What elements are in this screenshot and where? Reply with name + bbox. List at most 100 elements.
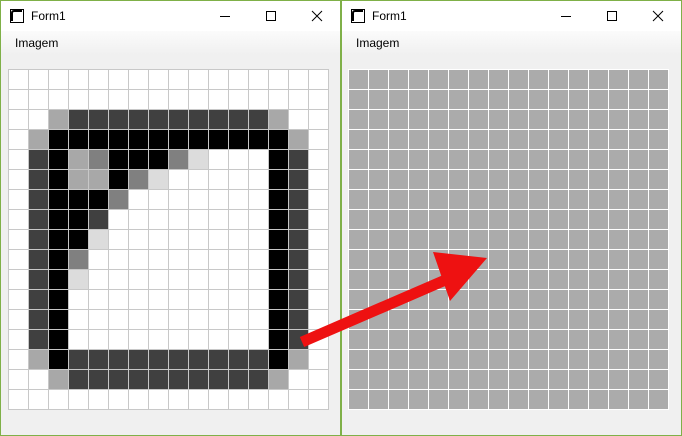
pixel-cell[interactable] [89,110,108,129]
pixel-cell[interactable] [229,350,248,369]
pixel-cell[interactable] [369,330,388,349]
pixel-cell[interactable] [89,230,108,249]
pixel-cell[interactable] [509,190,528,209]
pixel-cell[interactable] [529,270,548,289]
pixel-cell[interactable] [389,190,408,209]
pixel-cell[interactable] [489,150,508,169]
pixel-cell[interactable] [509,330,528,349]
pixel-cell[interactable] [469,230,488,249]
pixel-cell[interactable] [229,330,248,349]
pixel-cell[interactable] [629,110,648,129]
pixel-cell[interactable] [609,150,628,169]
pixel-cell[interactable] [629,210,648,229]
pixel-cell[interactable] [589,290,608,309]
pixel-cell[interactable] [489,390,508,409]
pixel-cell[interactable] [209,110,228,129]
pixel-cell[interactable] [609,310,628,329]
pixel-cell[interactable] [649,330,668,349]
pixel-cell[interactable] [89,130,108,149]
pixel-cell[interactable] [609,90,628,109]
pixel-cell[interactable] [89,330,108,349]
pixel-cell[interactable] [369,350,388,369]
pixel-cell[interactable] [189,110,208,129]
pixel-cell[interactable] [629,330,648,349]
pixel-cell[interactable] [609,290,628,309]
pixel-cell[interactable] [249,190,268,209]
pixel-cell[interactable] [249,210,268,229]
pixel-cell[interactable] [9,250,28,269]
pixel-cell[interactable] [549,310,568,329]
pixel-cell[interactable] [9,330,28,349]
pixel-cell[interactable] [349,70,368,89]
pixel-cell[interactable] [469,130,488,149]
pixel-cell[interactable] [409,190,428,209]
pixel-cell[interactable] [129,250,148,269]
pixel-cell[interactable] [289,70,308,89]
pixel-cell[interactable] [609,370,628,389]
pixel-cell[interactable] [449,250,468,269]
pixel-cell[interactable] [589,70,608,89]
pixel-cell[interactable] [489,130,508,149]
pixel-cell[interactable] [429,270,448,289]
pixel-cell[interactable] [489,310,508,329]
pixel-cell[interactable] [649,190,668,209]
pixel-cell[interactable] [549,130,568,149]
pixel-cell[interactable] [449,390,468,409]
pixel-cell[interactable] [409,310,428,329]
pixel-cell[interactable] [29,270,48,289]
pixel-cell[interactable] [169,350,188,369]
pixel-cell[interactable] [369,390,388,409]
pixel-cell[interactable] [289,210,308,229]
pixel-cell[interactable] [549,390,568,409]
pixel-cell[interactable] [89,270,108,289]
pixel-cell[interactable] [609,110,628,129]
pixel-cell[interactable] [389,310,408,329]
pixel-cell[interactable] [629,190,648,209]
pixel-cell[interactable] [29,350,48,369]
pixel-cell[interactable] [149,190,168,209]
pixel-cell[interactable] [349,130,368,149]
pixel-cell[interactable] [249,270,268,289]
pixel-cell[interactable] [489,350,508,369]
pixel-cell[interactable] [89,250,108,269]
pixel-cell[interactable] [629,250,648,269]
pixel-cell[interactable] [409,390,428,409]
pixel-cell[interactable] [489,370,508,389]
pixel-cell[interactable] [269,130,288,149]
pixel-cell[interactable] [549,90,568,109]
pixel-cell[interactable] [69,330,88,349]
pixel-cell[interactable] [89,190,108,209]
pixel-cell[interactable] [9,110,28,129]
pixel-cell[interactable] [149,110,168,129]
pixel-cell[interactable] [449,110,468,129]
pixel-cell[interactable] [389,250,408,269]
pixel-cell[interactable] [469,90,488,109]
pixel-cell[interactable] [489,230,508,249]
pixel-cell[interactable] [169,390,188,409]
pixel-cell[interactable] [109,190,128,209]
pixel-cell[interactable] [549,270,568,289]
pixel-cell[interactable] [469,110,488,129]
pixel-cell[interactable] [169,270,188,289]
pixel-cell[interactable] [509,90,528,109]
pixel-cell[interactable] [509,290,528,309]
pixel-cell[interactable] [569,150,588,169]
pixel-cell[interactable] [129,350,148,369]
pixel-cell[interactable] [229,250,248,269]
pixel-cell[interactable] [569,110,588,129]
pixel-cell[interactable] [269,270,288,289]
pixel-cell[interactable] [69,190,88,209]
pixel-cell[interactable] [629,90,648,109]
pixel-cell[interactable] [389,350,408,369]
pixel-cell[interactable] [409,290,428,309]
pixel-cell[interactable] [429,90,448,109]
pixel-cell[interactable] [569,130,588,149]
maximize-button[interactable] [589,1,635,31]
pixel-cell[interactable] [409,230,428,249]
pixel-cell[interactable] [209,150,228,169]
pixel-cell[interactable] [309,70,328,89]
pixel-cell[interactable] [629,70,648,89]
menu-imagem[interactable]: Imagem [349,34,406,52]
pixel-cell[interactable] [249,350,268,369]
pixel-cell[interactable] [489,170,508,189]
